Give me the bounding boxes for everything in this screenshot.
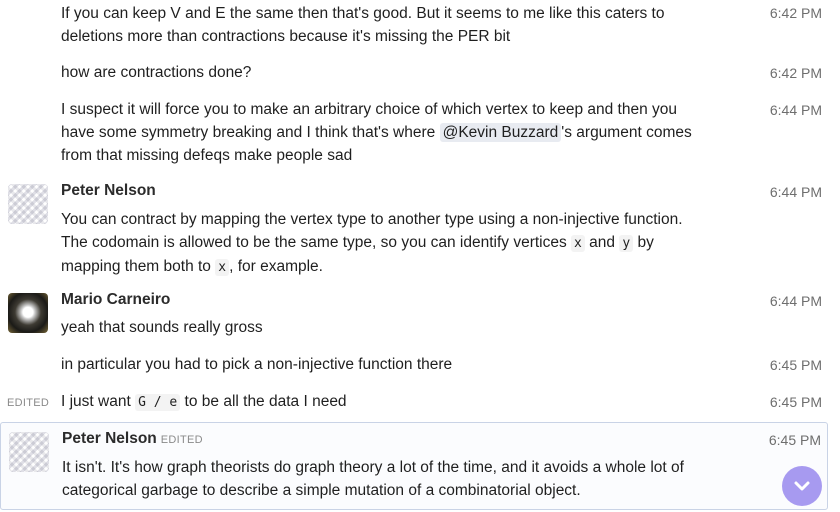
message: I suspect it will force you to make an a… (0, 97, 828, 169)
message-timestamp[interactable]: 6:42 PM (770, 65, 822, 81)
text-fragment: , for example. (229, 258, 323, 275)
message-selected[interactable]: Peter Nelson EDITED It isn't. It's how gr… (0, 422, 828, 510)
avatar[interactable] (9, 432, 49, 472)
message-content: in particular you had to pick a non-inje… (61, 353, 701, 376)
message-text: It isn't. It's how graph theorists do gr… (62, 459, 684, 476)
text-fragment: The codomain is allowed to be the same t… (61, 234, 572, 251)
edited-indicator: EDITED (7, 397, 50, 409)
text-fragment: and (584, 234, 620, 251)
message: in particular you had to pick a non-inje… (0, 352, 828, 380)
text-fragment: 's argument comes (561, 124, 692, 141)
inline-code: y (619, 235, 634, 252)
scroll-to-bottom-button[interactable] (782, 466, 822, 506)
message-text: If you can keep V and E the same then th… (61, 5, 665, 22)
message-text: deletions more than contractions because… (61, 28, 511, 45)
message-timestamp[interactable]: 6:45 PM (770, 394, 822, 410)
message-content: yeah that sounds really gross (61, 316, 701, 339)
sender-name[interactable]: Peter Nelson (62, 430, 157, 447)
inline-code: x (571, 235, 585, 252)
message-timestamp[interactable]: 6:44 PM (770, 184, 822, 200)
text-fragment: I just want (61, 393, 136, 410)
message-text: I suspect it will force you to make an a… (61, 101, 678, 118)
text-fragment: mapping them both to (61, 258, 216, 275)
message-text: You can contract by mapping the vertex t… (61, 211, 683, 228)
message-text: I just want G / e to be all the data I n… (61, 390, 701, 414)
message-timestamp[interactable]: 6:45 PM (769, 432, 821, 448)
sender-name[interactable]: Peter Nelson (61, 182, 156, 200)
message: Mario Carneiro yeah that sounds really g… (0, 288, 828, 340)
message-text: from that missing defeqs make people sad (61, 147, 353, 164)
message-timestamp[interactable]: 6:42 PM (770, 5, 822, 21)
message-content: It isn't. It's how graph theorists do gr… (62, 456, 702, 502)
message-text: The codomain is allowed to be the same t… (61, 231, 701, 255)
message-content: I just want G / e to be all the data I n… (61, 390, 701, 414)
inline-code: G / e (135, 394, 181, 411)
message-content: If you can keep V and E the same then th… (61, 2, 701, 48)
message-text: yeah that sounds really gross (61, 319, 263, 336)
message-timestamp[interactable]: 6:44 PM (770, 102, 822, 118)
message-text: categorical garbage to describe a simple… (62, 482, 581, 499)
message-timestamp[interactable]: 6:45 PM (770, 357, 822, 373)
message-feed: If you can keep V and E the same then th… (0, 0, 840, 512)
message-content: I suspect it will force you to make an a… (61, 98, 701, 167)
message-text: mapping them both to x, for example. (61, 255, 701, 279)
sender-name[interactable]: Mario Carneiro (61, 291, 170, 309)
message: EDITED I just want G / e to be all the d… (0, 389, 828, 417)
message: how are contractions done? 6:42 PM (0, 60, 828, 88)
message-text: have some symmetry breaking and I think … (61, 121, 701, 144)
message-text: how are contractions done? (61, 64, 252, 81)
message: Peter Nelson You can contract by mapping… (0, 178, 828, 278)
avatar[interactable] (8, 293, 48, 333)
message-content: You can contract by mapping the vertex t… (61, 208, 701, 279)
inline-code: x (215, 259, 230, 276)
text-fragment: to be all the data I need (180, 393, 347, 410)
avatar[interactable] (8, 184, 48, 224)
chevron-down-icon (794, 481, 810, 491)
text-fragment: by (633, 234, 654, 251)
message-content: how are contractions done? (61, 61, 701, 84)
message-text: in particular you had to pick a non-inje… (61, 356, 453, 373)
message: If you can keep V and E the same then th… (0, 0, 828, 50)
sender-block: Peter Nelson EDITED (62, 430, 203, 448)
user-mention[interactable]: @Kevin Buzzard (439, 123, 562, 142)
edited-indicator: EDITED (160, 434, 203, 446)
message-timestamp[interactable]: 6:44 PM (770, 293, 822, 309)
text-fragment: have some symmetry breaking and I think … (61, 124, 440, 141)
